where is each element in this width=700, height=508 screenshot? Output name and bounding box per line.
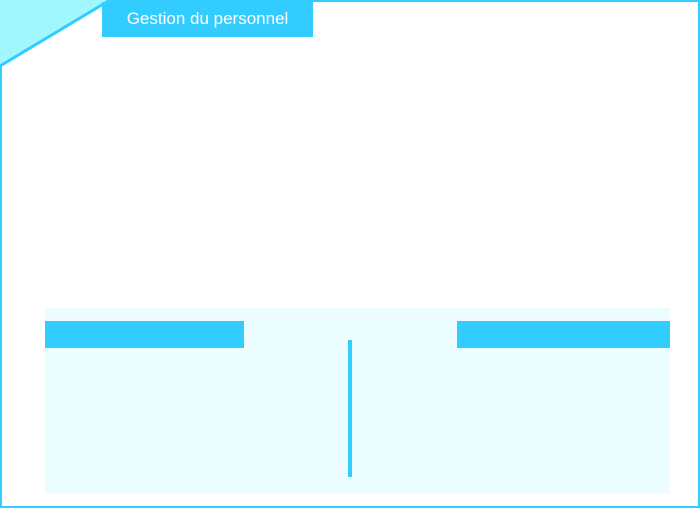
panel-divider [348,340,352,477]
page-title: Gestion du personnel [126,9,289,28]
title-tab: Gestion du personnel [102,2,313,37]
corner-decoration [0,0,110,66]
panel-header-right [457,321,670,348]
panel-header-left [45,321,244,348]
